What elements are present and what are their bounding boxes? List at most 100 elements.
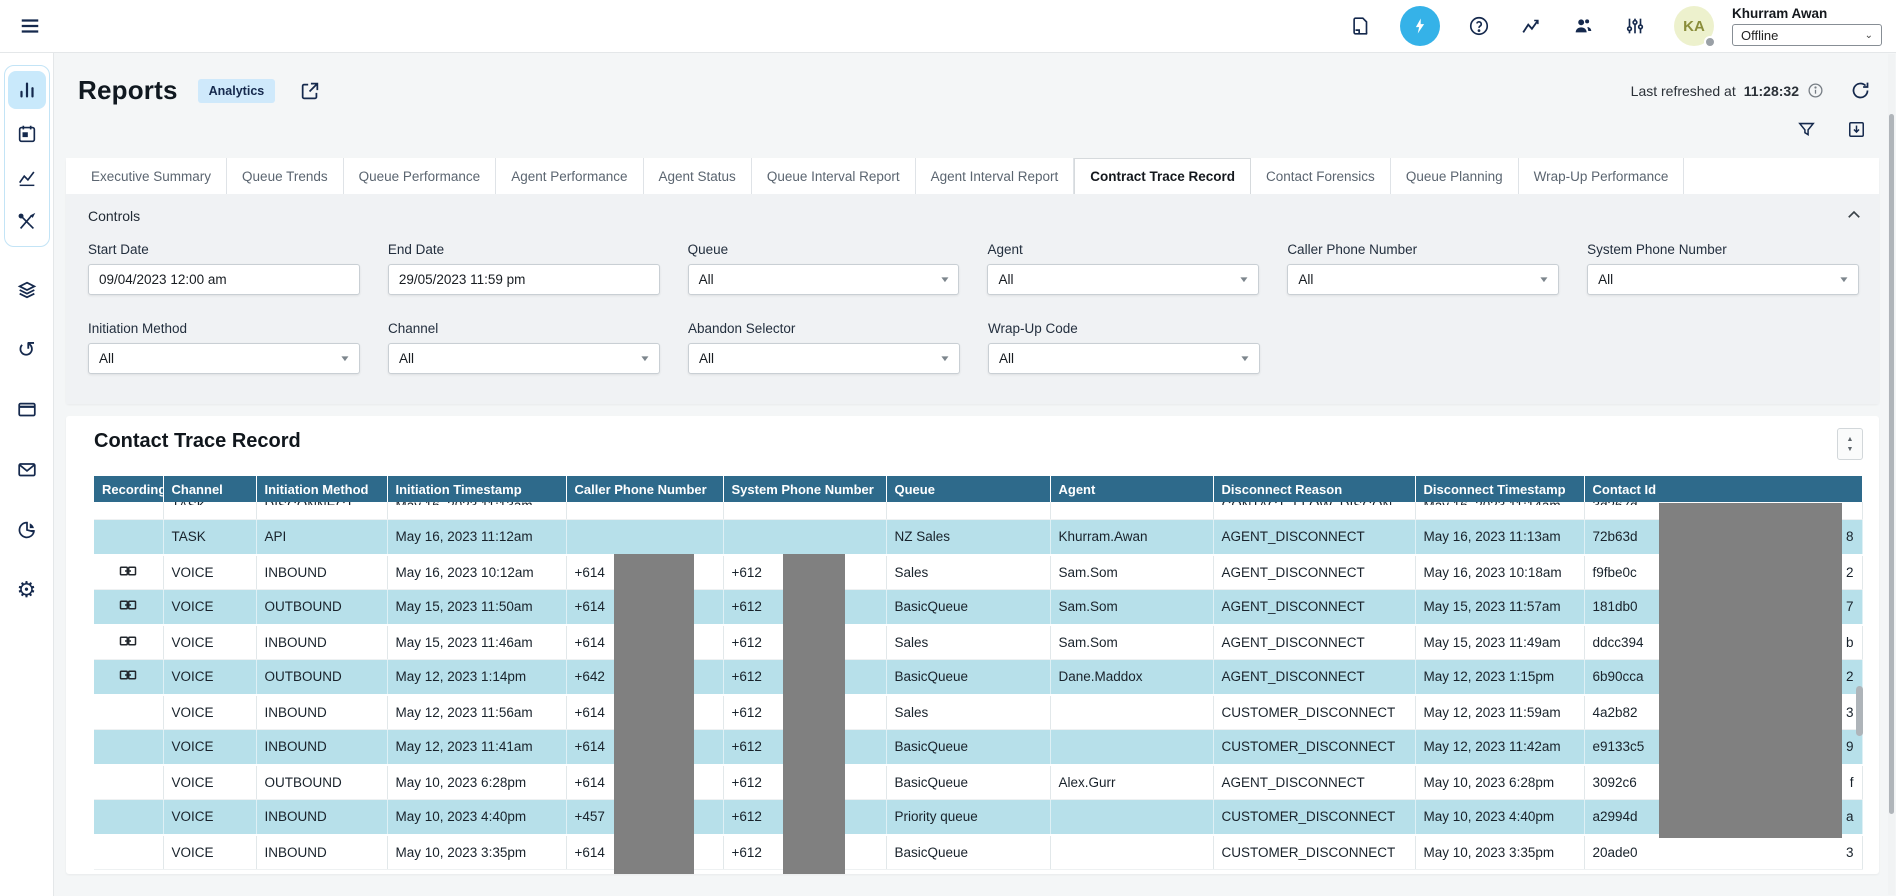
column-header: Disconnect Timestamp xyxy=(1415,476,1584,502)
contact-trace-record-table: RecordingChannelInitiation MethodInitiat… xyxy=(94,476,1863,870)
column-header: Recording xyxy=(94,476,163,502)
dropdown-caret-icon: ▼ xyxy=(1238,275,1250,284)
user-name: Khurram Awan xyxy=(1732,6,1882,21)
tab-contact-forensics[interactable]: Contact Forensics xyxy=(1251,158,1391,194)
column-header: Queue xyxy=(886,476,1050,502)
table-title: Contact Trace Record xyxy=(94,430,301,453)
quick-connect-icon[interactable] xyxy=(1400,6,1440,46)
arrow-up-icon[interactable]: ▲ xyxy=(1847,436,1854,443)
agent-select: Agent All ▼ xyxy=(987,242,1259,295)
abandon-selector-select: Abandon Selector All ▼ xyxy=(688,321,960,374)
recording-link-icon[interactable] xyxy=(119,635,137,647)
analytics-badge: Analytics xyxy=(198,79,276,103)
dropdown-caret-icon: ▼ xyxy=(339,354,351,363)
topbar: KA Khurram Awan Offline ⌄ xyxy=(0,0,1896,53)
controls-row-1: Start Date 09/04/2023 12:00 am End Date … xyxy=(88,242,1859,295)
controls-title: Controls xyxy=(88,204,1859,242)
table-row[interactable]: VOICE INBOUND May 16, 2023 10:12am +614 … xyxy=(94,555,1862,590)
queue-select: Queue All ▼ xyxy=(688,242,960,295)
table-row[interactable]: VOICE INBOUND May 15, 2023 11:46am +614 … xyxy=(94,625,1862,660)
gear-icon: ⚙ xyxy=(17,579,37,601)
last-refreshed-label: Last refreshed at xyxy=(1631,83,1736,99)
notes-icon[interactable] xyxy=(1348,13,1374,39)
filter-icon[interactable] xyxy=(1793,116,1819,142)
arrow-down-icon[interactable]: ▼ xyxy=(1847,446,1854,453)
tab-agent-interval-report[interactable]: Agent Interval Report xyxy=(916,158,1075,194)
download-icon[interactable] xyxy=(1843,116,1869,142)
preferences-sliders-icon[interactable] xyxy=(1622,13,1648,39)
metrics-icon[interactable] xyxy=(1518,13,1544,39)
sidebar-item-reports[interactable] xyxy=(8,71,46,109)
sidebar-item-layers[interactable] xyxy=(8,271,46,309)
avatar[interactable]: KA xyxy=(1674,6,1714,46)
table-header-row: RecordingChannelInitiation MethodInitiat… xyxy=(94,476,1862,502)
table-row[interactable]: VOICE INBOUND May 10, 2023 3:35pm +614 +… xyxy=(94,835,1862,870)
tab-agent-status[interactable]: Agent Status xyxy=(644,158,752,194)
channel-select: Channel All ▼ xyxy=(388,321,660,374)
tab-queue-performance[interactable]: Queue Performance xyxy=(344,158,497,194)
column-header: Caller Phone Number xyxy=(566,476,723,502)
help-icon[interactable] xyxy=(1466,13,1492,39)
avatar-initials: KA xyxy=(1683,18,1705,35)
sidebar-lower: ↺ ⚙ xyxy=(8,271,46,609)
table-scroll-stepper[interactable]: ▲ ▼ xyxy=(1837,428,1863,460)
table-row[interactable]: VOICE OUTBOUND May 10, 2023 6:28pm +614 … xyxy=(94,765,1862,800)
users-icon[interactable] xyxy=(1570,13,1596,39)
tab-executive-summary[interactable]: Executive Summary xyxy=(76,158,227,194)
table-row[interactable]: VOICE INBOUND May 12, 2023 11:41am +614 … xyxy=(94,730,1862,765)
info-icon[interactable] xyxy=(1807,82,1824,99)
dropdown-caret-icon: ▼ xyxy=(1838,275,1850,284)
tab-queue-planning[interactable]: Queue Planning xyxy=(1391,158,1519,194)
status-select[interactable]: Offline ⌄ xyxy=(1732,24,1882,46)
recording-link-icon[interactable] xyxy=(119,599,137,611)
initiation-method-select: Initiation Method All ▼ xyxy=(88,321,360,374)
tab-agent-performance[interactable]: Agent Performance xyxy=(496,158,643,194)
chevron-up-icon[interactable] xyxy=(1845,206,1863,224)
recording-link-icon[interactable] xyxy=(119,565,137,577)
sidebar-item-history[interactable]: ↺ xyxy=(8,331,46,369)
page-scrollbar-thumb[interactable] xyxy=(1889,114,1894,814)
system-phone-number-select: System Phone Number All ▼ xyxy=(1587,242,1859,295)
table-scrollbar-thumb[interactable] xyxy=(1856,686,1863,736)
tab-queue-interval-report[interactable]: Queue Interval Report xyxy=(752,158,916,194)
contact-trace-record-card: Contact Trace Record ▲ ▼ Re xyxy=(66,416,1879,874)
column-header: Contact Id xyxy=(1584,476,1862,502)
report-tabs: Executive Summary Queue Trends Queue Per… xyxy=(66,158,1879,194)
tab-queue-trends[interactable]: Queue Trends xyxy=(227,158,344,194)
caller-phone-number-select: Caller Phone Number All ▼ xyxy=(1287,242,1559,295)
main-content: Reports Analytics Last refreshed at 11:2… xyxy=(54,53,1896,896)
topbar-actions: KA Khurram Awan Offline ⌄ xyxy=(1348,6,1882,46)
table-row[interactable]: VOICE INBOUND May 10, 2023 4:40pm +457 +… xyxy=(94,800,1862,835)
sidebar-item-trends[interactable] xyxy=(8,159,46,197)
refresh-icon[interactable] xyxy=(1850,80,1871,101)
sidebar-item-schedule[interactable] xyxy=(8,115,46,153)
wrap-up-code-select: Wrap-Up Code All ▼ xyxy=(988,321,1260,374)
end-date-field: End Date 29/05/2023 11:59 pm xyxy=(388,242,660,295)
table-row[interactable]: VOICE OUTBOUND May 15, 2023 11:50am +614… xyxy=(94,590,1862,625)
open-in-new-window-icon[interactable] xyxy=(299,80,321,102)
column-header: Agent xyxy=(1050,476,1213,502)
sidebar-group-analytics xyxy=(4,65,50,247)
menu-icon[interactable] xyxy=(16,12,44,40)
page-scrollbar[interactable] xyxy=(1888,54,1895,895)
tab-contract-trace-record[interactable]: Contract Trace Record xyxy=(1074,158,1251,194)
column-header: Channel xyxy=(163,476,256,502)
table-row[interactable]: TASK API May 16, 2023 11:12am NZ Sales K… xyxy=(94,520,1862,555)
start-date-field: Start Date 09/04/2023 12:00 am xyxy=(88,242,360,295)
sidebar-item-workspace[interactable] xyxy=(8,391,46,429)
redaction-box-caller-phone xyxy=(614,554,694,874)
status-dot xyxy=(1704,36,1716,48)
controls-section: Controls Start Date 09/04/2023 12:00 am xyxy=(66,194,1879,404)
sidebar-item-settings[interactable]: ⚙ xyxy=(8,571,46,609)
sidebar-item-messages[interactable] xyxy=(8,451,46,489)
chevron-down-icon: ⌄ xyxy=(1865,30,1873,41)
table-row[interactable]: TASK DISCONNECT May 16, 2023 11:13am CON… xyxy=(94,502,1862,520)
page-header: Reports Analytics Last refreshed at 11:2… xyxy=(66,53,1879,114)
sidebar-item-customize[interactable] xyxy=(8,203,46,241)
recording-link-icon[interactable] xyxy=(119,669,137,681)
table-row[interactable]: VOICE INBOUND May 12, 2023 11:56am +614 … xyxy=(94,695,1862,730)
sidebar-item-dashboards[interactable] xyxy=(8,511,46,549)
user-box: Khurram Awan Offline ⌄ xyxy=(1732,6,1882,46)
tab-wrap-up-performance[interactable]: Wrap-Up Performance xyxy=(1519,158,1685,194)
table-row[interactable]: VOICE OUTBOUND May 12, 2023 1:14pm +642 … xyxy=(94,660,1862,695)
